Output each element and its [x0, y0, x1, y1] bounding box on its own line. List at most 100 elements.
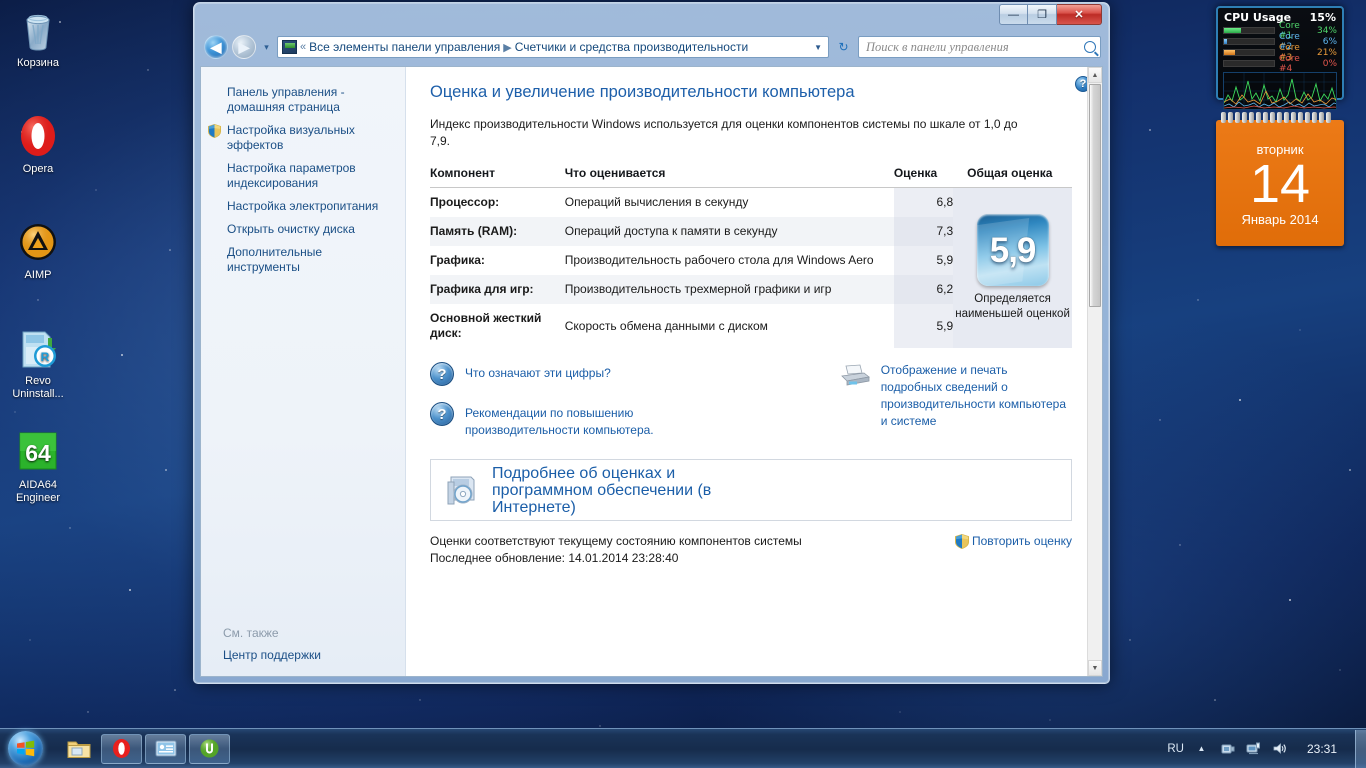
redo-assessment-button[interactable]: Повторить оценку — [954, 533, 1072, 550]
aimp-icon — [14, 218, 62, 266]
taskbar-item-opera[interactable] — [101, 733, 142, 764]
desktop-icon-recycle-bin[interactable]: Корзина — [0, 6, 76, 70]
base-score-caption: Определяется наименьшей оценкой — [955, 293, 1070, 320]
sidebar-item-power-settings[interactable]: Настройка электропитания — [201, 195, 405, 218]
refresh-button[interactable]: ↻ — [833, 37, 854, 58]
status-row: Оценки соответствуют текущему состоянию … — [430, 533, 1072, 567]
utorrent-icon — [200, 739, 219, 758]
safely-remove-hardware-icon[interactable] — [1219, 740, 1236, 757]
svg-text:64: 64 — [25, 440, 51, 466]
close-button[interactable]: ✕ — [1057, 4, 1102, 25]
scroll-up-arrow-icon[interactable]: ▲ — [1088, 67, 1102, 83]
breadcrumb-item-all-control-panel-items[interactable]: Все элементы панели управления — [309, 40, 500, 54]
taskbar-item-control-panel[interactable] — [145, 733, 186, 764]
start-button[interactable] — [2, 730, 48, 768]
desktop-icon-label: Revo Uninstall... — [12, 375, 64, 400]
sidebar-item-indexing-options[interactable]: Настройка параметров индексирования — [201, 157, 405, 195]
sidebar-item-advanced-tools[interactable]: Дополнительные инструменты — [201, 241, 405, 279]
vertical-scrollbar[interactable]: ▲ ▼ — [1087, 67, 1102, 676]
cpu-history-graph — [1223, 72, 1337, 110]
sidebar-item-visual-effects[interactable]: Настройка визуальных эффектов — [201, 119, 405, 157]
desktop-icon-label: Opera — [22, 163, 54, 175]
breadcrumb-item-performance-tools[interactable]: Счетчики и средства производительности — [515, 40, 748, 54]
search-icon — [1084, 41, 1096, 53]
status-line-2: Последнее обновление: 14.01.2014 23:28:4… — [430, 551, 679, 565]
cell-component: Графика для игр: — [430, 275, 565, 304]
column-header-score: Оценка — [893, 166, 954, 188]
maximize-button[interactable]: ❐ — [1028, 4, 1057, 25]
core-bar — [1223, 27, 1275, 34]
shield-icon — [954, 534, 969, 549]
network-icon[interactable] — [1245, 740, 1262, 757]
link-row-print-details[interactable]: Отображение и печать подробных сведений … — [840, 362, 1072, 439]
cell-score: 6,8 — [893, 187, 954, 217]
revo-uninstaller-icon: R — [14, 324, 62, 372]
base-score-value: 5,9 — [989, 230, 1037, 270]
sidebar-item-disk-cleanup[interactable]: Открыть очистку диска — [201, 218, 405, 241]
calendar-day: 14 — [1249, 153, 1311, 214]
see-also-header: См. также — [223, 626, 279, 640]
search-placeholder: Поиск в панели управления — [866, 39, 1009, 54]
window-controls: — ❐ ✕ — [999, 4, 1102, 25]
address-dropdown-icon[interactable]: ▼ — [810, 43, 826, 52]
cell-component: Основной жесткий диск: — [430, 311, 542, 340]
column-header-base-score: Общая оценка — [953, 166, 1072, 188]
recent-pages-dropdown-icon[interactable]: ▾ — [260, 42, 273, 53]
desktop-icon-aida64[interactable]: 64 AIDA64 Engineer — [0, 428, 76, 505]
link-row-recommendations[interactable]: ? Рекомендации по повышению производител… — [430, 402, 840, 439]
show-desktop-button[interactable] — [1355, 729, 1366, 768]
volume-icon[interactable] — [1271, 740, 1288, 757]
link-row-what-numbers-mean[interactable]: ? Что означают эти цифры? — [430, 362, 840, 386]
link-more-info-online[interactable]: Подробнее об оценках и программном обесп… — [492, 465, 742, 516]
forward-button[interactable]: ▶ — [232, 35, 256, 59]
help-links-section: ? Что означают эти цифры? ? Рекомендации… — [430, 362, 1072, 455]
scrollbar-thumb[interactable] — [1089, 84, 1101, 307]
core-percent: 0% — [1322, 58, 1337, 69]
link-what-numbers-mean[interactable]: Что означают эти цифры? — [465, 362, 611, 382]
page-title: Оценка и увеличение производительности к… — [430, 83, 855, 101]
taskbar-clock[interactable]: 23:31 — [1297, 742, 1347, 756]
scroll-down-arrow-icon[interactable]: ▼ — [1088, 660, 1102, 676]
core-bar — [1223, 38, 1275, 45]
desktop-icon-label: AIMP — [24, 269, 52, 281]
minimize-button[interactable]: — — [999, 4, 1028, 25]
base-score-cell: 5,9 Определяется наименьшей оценкой — [953, 187, 1072, 348]
core-percent: 6% — [1322, 36, 1337, 47]
more-info-box[interactable]: Подробнее об оценках и программном обесп… — [430, 459, 1072, 521]
search-box[interactable]: Поиск в панели управления — [858, 36, 1101, 58]
taskbar-items — [60, 733, 230, 764]
see-also-section: См. также Центр поддержки — [201, 626, 405, 662]
printer-icon — [840, 364, 870, 386]
calendar-gadget[interactable]: вторник 14 Январь 2014 — [1216, 112, 1344, 252]
show-hidden-icons-arrow-icon[interactable]: ▲ — [1193, 740, 1210, 757]
intro-text: Индекс производительности Windows исполь… — [430, 117, 1018, 148]
breadcrumb-address-bar[interactable]: « Все элементы панели управления ▶ Счетч… — [277, 36, 829, 58]
cpu-usage-gadget[interactable]: CPU Usage 15% Core #1 34% Core #2 6% Cor… — [1216, 6, 1344, 110]
breadcrumb-overflow-icon[interactable]: « — [300, 41, 306, 53]
question-icon: ? — [430, 362, 454, 386]
back-button[interactable]: ◀ — [204, 35, 228, 59]
table-header-row: Компонент Что оценивается Оценка Общая о… — [430, 166, 1072, 188]
link-print-details[interactable]: Отображение и печать подробных сведений … — [881, 362, 1072, 430]
window-titlebar[interactable]: — ❐ ✕ — [200, 3, 1103, 32]
desktop-icon-aimp[interactable]: AIMP — [0, 218, 76, 282]
tray-language-indicator[interactable]: RU — [1167, 743, 1184, 755]
status-text: Оценки соответствуют текущему состоянию … — [430, 533, 802, 567]
sidebar-item-control-panel-home[interactable]: Панель управления - домашняя страница — [201, 81, 405, 119]
cell-score: 6,2 — [893, 275, 954, 304]
taskbar: RU ▲ 23:31 — [0, 728, 1366, 768]
desktop-icon-revo-uninstaller[interactable]: R Revo Uninstall... — [0, 324, 76, 401]
windows-logo-icon — [7, 731, 43, 766]
link-recommendations[interactable]: Рекомендации по повышению производительн… — [465, 402, 695, 439]
desktop-icon-label: AIDA64 Engineer — [15, 479, 61, 504]
taskbar-item-explorer[interactable] — [60, 734, 98, 764]
svg-text:R: R — [41, 350, 50, 364]
cell-score: 5,9 — [893, 246, 954, 275]
cpu-gadget-total: 15% — [1309, 11, 1336, 24]
cell-component: Память (RAM): — [430, 217, 565, 246]
core-percent: 34% — [1316, 25, 1337, 36]
see-also-item-action-center[interactable]: Центр поддержки — [223, 648, 405, 662]
desktop-icon-opera[interactable]: Opera — [0, 112, 76, 176]
core-label: Core #4 — [1279, 53, 1300, 74]
taskbar-item-utorrent[interactable] — [189, 733, 230, 764]
